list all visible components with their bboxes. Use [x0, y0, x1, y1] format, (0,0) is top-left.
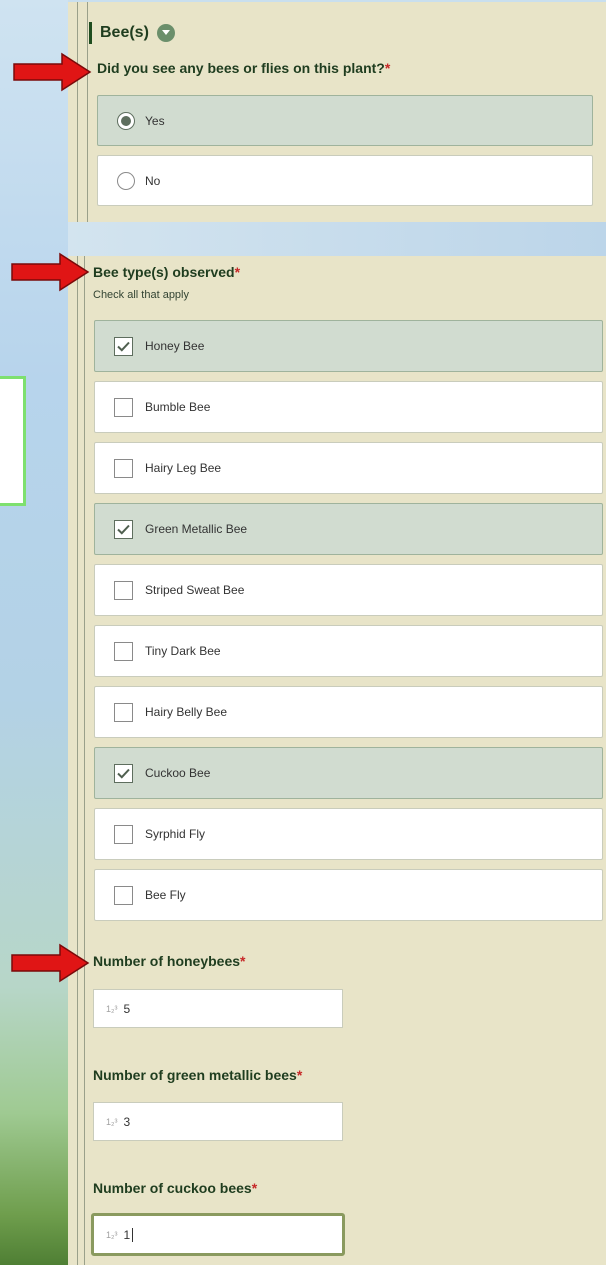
- radio-option-yes[interactable]: Yes: [97, 95, 593, 146]
- option-label: Honey Bee: [145, 339, 205, 353]
- count-label-cuckoo: Number of cuckoo bees*: [93, 1180, 257, 1196]
- radio-option-no[interactable]: No: [97, 155, 593, 206]
- option-label: Tiny Dark Bee: [145, 644, 221, 658]
- question-bees-seen: Did you see any bees or flies on this pl…: [97, 60, 390, 76]
- checkbox-option[interactable]: Syrphid Fly: [94, 808, 603, 860]
- checkbox-unchecked-icon[interactable]: [114, 397, 133, 417]
- checkbox-unchecked-icon[interactable]: [114, 641, 133, 661]
- checkbox-option[interactable]: Green Metallic Bee: [94, 503, 603, 555]
- question-label: Number of cuckoo bees: [93, 1180, 252, 1196]
- question-label: Bee type(s) observed: [93, 264, 235, 280]
- checkbox-checked-icon[interactable]: [114, 336, 133, 356]
- question-hint: Check all that apply: [93, 289, 189, 301]
- question-label: Number of green metallic bees: [93, 1067, 297, 1083]
- green-highlight-box: [0, 376, 26, 506]
- required-mark: *: [240, 953, 246, 969]
- count-label-honeybees: Number of honeybees*: [93, 953, 245, 969]
- checkbox-option[interactable]: Tiny Dark Bee: [94, 625, 603, 677]
- option-label: Green Metallic Bee: [145, 522, 248, 536]
- count-label-green-metallic: Number of green metallic bees*: [93, 1067, 302, 1083]
- checkbox-checked-icon[interactable]: [114, 763, 133, 783]
- option-label: Bee Fly: [145, 888, 186, 902]
- option-label: Striped Sweat Bee: [145, 583, 245, 597]
- checkbox-option[interactable]: Cuckoo Bee: [94, 747, 603, 799]
- required-mark: *: [251, 1180, 258, 1196]
- section-header[interactable]: Bee(s): [89, 22, 175, 44]
- checkbox-option[interactable]: Striped Sweat Bee: [94, 564, 603, 616]
- checkbox-unchecked-icon[interactable]: [114, 458, 133, 478]
- checkbox-option[interactable]: Bee Fly: [94, 869, 603, 921]
- option-label: Hairy Leg Bee: [145, 461, 222, 475]
- required-mark: *: [296, 1067, 303, 1083]
- option-label: Bumble Bee: [145, 400, 211, 414]
- section-title: Bee(s): [100, 24, 149, 41]
- green-metallic-count-input[interactable]: 1₂³ 3: [93, 1102, 343, 1141]
- honeybees-count-input[interactable]: 1₂³ 5: [93, 989, 343, 1028]
- question-bee-types: Bee type(s) observed*: [93, 264, 240, 280]
- question-label: Did you see any bees or flies on this pl…: [97, 60, 385, 76]
- input-value: 1: [123, 1227, 131, 1242]
- red-arrow-icon: [11, 252, 90, 292]
- option-label: Hairy Belly Bee: [145, 705, 228, 719]
- question-label: Number of honeybees: [93, 953, 241, 969]
- red-arrow-icon: [11, 943, 90, 983]
- text-caret: [132, 1227, 134, 1242]
- checkbox-option[interactable]: Hairy Belly Bee: [94, 686, 603, 738]
- option-label: Cuckoo Bee: [145, 766, 211, 780]
- panel-border-line: [77, 256, 78, 1265]
- collapse-toggle-icon[interactable]: [156, 24, 175, 42]
- number-icon: 1₂³: [106, 1116, 118, 1127]
- required-mark: *: [234, 264, 241, 280]
- input-value: 5: [123, 1001, 131, 1016]
- checkbox-option[interactable]: Bumble Bee: [94, 381, 603, 433]
- input-value: 3: [123, 1114, 131, 1129]
- panel-border-line: [77, 2, 78, 222]
- background-image: [0, 0, 68, 1265]
- panel-border-line: [87, 2, 88, 222]
- checkbox-unchecked-icon[interactable]: [114, 580, 133, 600]
- number-icon: 1₂³: [106, 1229, 118, 1240]
- radio-unselected-icon[interactable]: [117, 171, 135, 190]
- option-label: No: [145, 173, 161, 188]
- radio-selected-icon[interactable]: [117, 111, 135, 130]
- section-accent-bar: [89, 22, 92, 44]
- panel-border-line: [84, 256, 85, 1265]
- checkbox-option[interactable]: Hairy Leg Bee: [94, 442, 603, 494]
- checkbox-unchecked-icon[interactable]: [114, 702, 133, 722]
- checkbox-option[interactable]: Honey Bee: [94, 320, 603, 372]
- required-mark: *: [384, 60, 391, 76]
- option-label: Syrphid Fly: [145, 827, 206, 841]
- checkbox-unchecked-icon[interactable]: [114, 824, 133, 844]
- checkbox-checked-icon[interactable]: [114, 519, 133, 539]
- red-arrow-icon: [13, 52, 92, 92]
- option-label: Yes: [145, 113, 165, 128]
- number-icon: 1₂³: [106, 1003, 118, 1014]
- checkbox-unchecked-icon[interactable]: [114, 885, 133, 905]
- cuckoo-count-input[interactable]: 1₂³ 1: [91, 1213, 345, 1256]
- background-gap: [68, 222, 606, 256]
